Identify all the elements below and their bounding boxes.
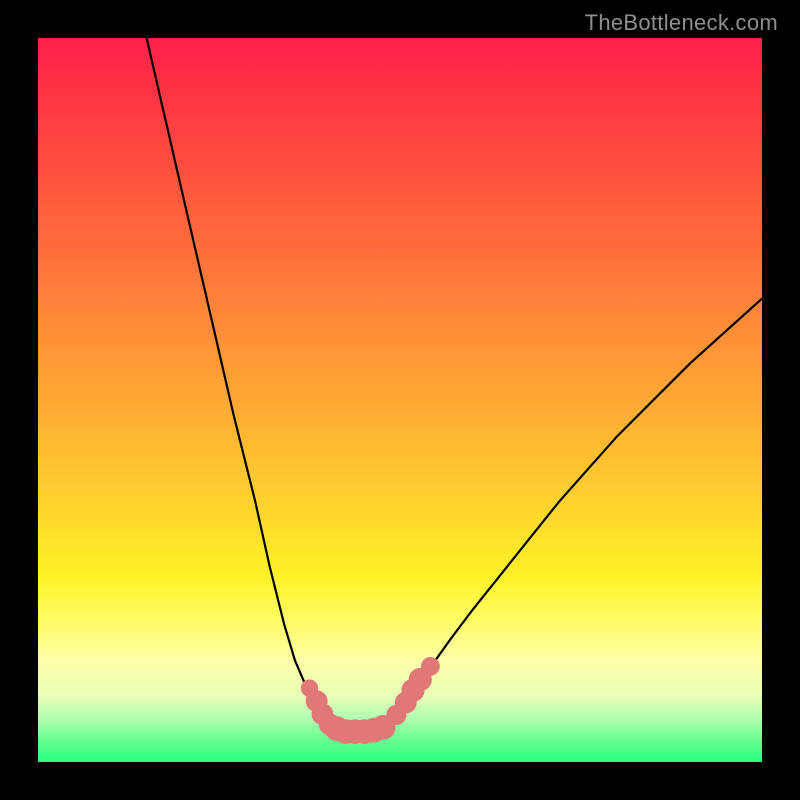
chart-frame: TheBottleneck.com [0, 0, 800, 800]
chart-svg [38, 38, 762, 762]
bottleneck-curve [147, 38, 762, 732]
plot-area [38, 38, 762, 762]
watermark-text: TheBottleneck.com [585, 10, 778, 36]
marker-group [301, 657, 440, 744]
curve-group [147, 38, 762, 732]
data-marker [421, 657, 440, 676]
